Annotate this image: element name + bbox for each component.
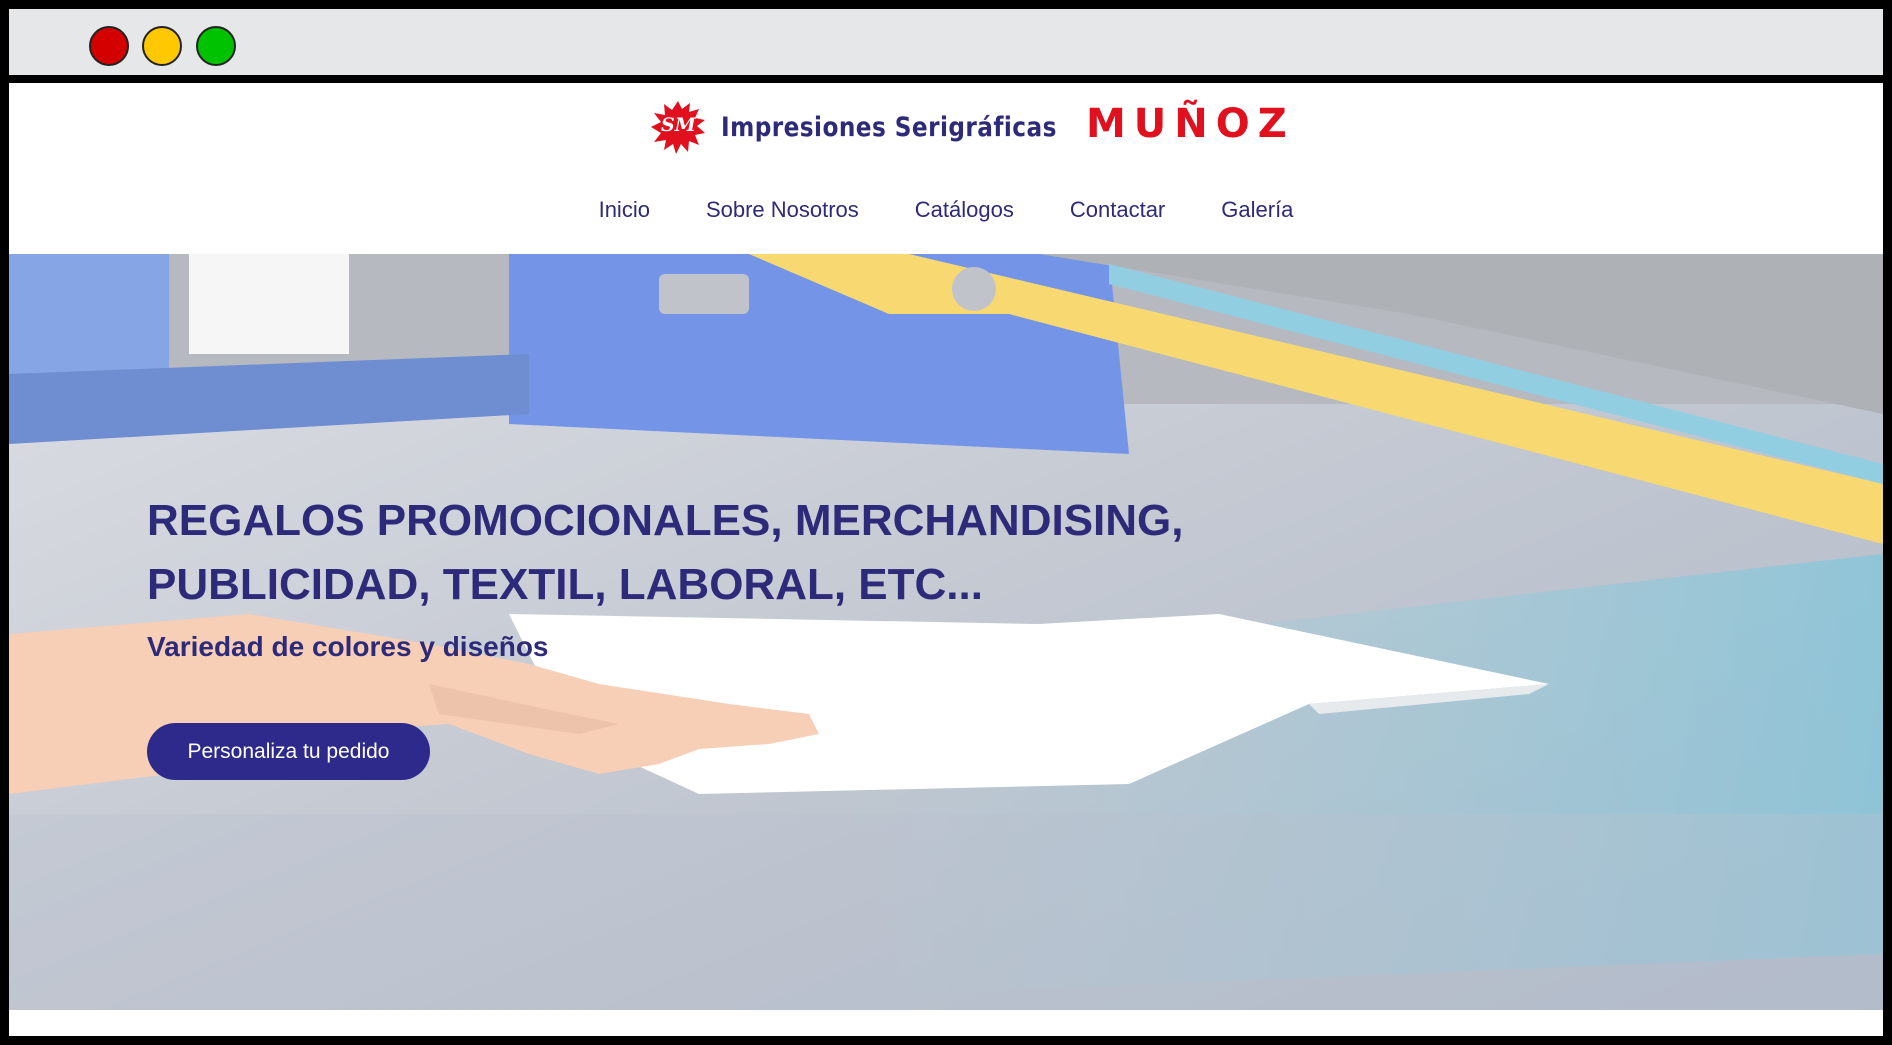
website: SM Impresiones Serigráficas MUÑOZ Inicio…	[9, 91, 1883, 1036]
nav-item-inicio[interactable]: Inicio	[571, 197, 678, 223]
hero-banner: REGALOS PROMOCIONALES, MERCHANDISING, PU…	[9, 254, 1883, 1010]
site-logo[interactable]: SM Impresiones Serigráficas	[649, 97, 1112, 157]
hero-headline-line-1: REGALOS PROMOCIONALES, MERCHANDISING,	[147, 496, 1184, 545]
site-header: SM Impresiones Serigráficas MUÑOZ Inicio…	[9, 91, 1883, 254]
nav-item-catalogos[interactable]: Catálogos	[887, 197, 1042, 223]
hero-subheadline: Variedad de colores y diseños	[147, 631, 549, 662]
paint-splash-logo-icon: SM	[649, 98, 707, 156]
window-titlebar	[9, 9, 1883, 83]
nav-item-contactar[interactable]: Contactar	[1042, 197, 1193, 223]
logo-text: Impresiones Serigráficas	[721, 111, 1057, 143]
close-window-button[interactable]	[89, 26, 129, 66]
personaliza-pedido-button[interactable]: Personaliza tu pedido	[147, 723, 430, 780]
logo-brand-name: MUÑOZ	[1086, 101, 1295, 147]
maximize-window-button[interactable]	[196, 26, 236, 66]
nav-item-galeria[interactable]: Galería	[1193, 197, 1321, 223]
page-bottom-strip	[9, 1010, 1883, 1036]
minimize-window-button[interactable]	[142, 26, 182, 66]
hero-headline: REGALOS PROMOCIONALES, MERCHANDISING, PU…	[147, 489, 1347, 617]
hero-headline-line-2: PUBLICIDAD, TEXTIL, LABORAL, ETC...	[147, 560, 983, 609]
logo-mark-text: SM	[661, 114, 696, 136]
nav-item-sobre-nosotros[interactable]: Sobre Nosotros	[678, 197, 887, 223]
browser-window: SM Impresiones Serigráficas MUÑOZ Inicio…	[0, 0, 1892, 1045]
main-navigation: Inicio Sobre Nosotros Catálogos Contacta…	[9, 197, 1883, 223]
